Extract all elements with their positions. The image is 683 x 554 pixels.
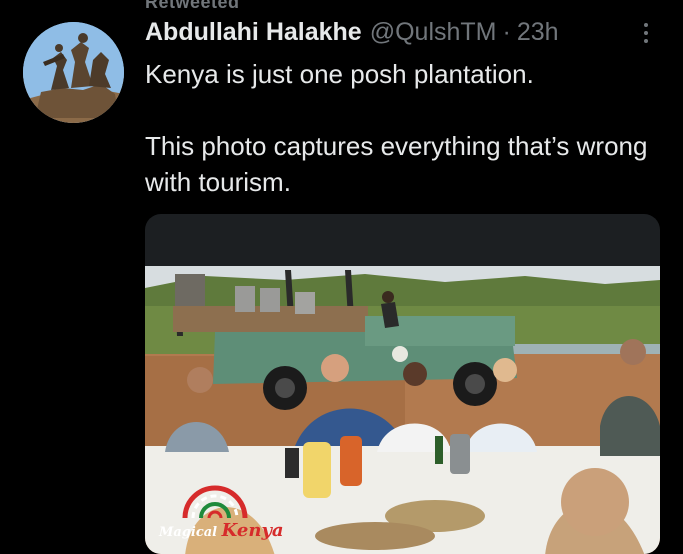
timestamp[interactable]: 23h <box>517 18 559 47</box>
retweeted-label-cut: Retweeted <box>145 0 240 12</box>
tweet-paragraph-2: This photo captures everything that’s wr… <box>145 131 648 197</box>
tweet-paragraph-1: Kenya is just one posh plantation. <box>145 59 534 89</box>
author-handle[interactable]: @QulshTM <box>370 18 497 47</box>
separator-dot: · <box>502 18 511 46</box>
more-vertical-icon <box>644 23 648 43</box>
magical-kenya-logo <box>182 485 248 519</box>
more-options-button[interactable] <box>634 18 658 48</box>
tweet-media[interactable]: Magical Kenya <box>145 214 660 554</box>
logo-word: Magical <box>159 525 218 540</box>
logo-country: Kenya <box>221 520 284 541</box>
tweet-text: Kenya is just one posh plantation. This … <box>145 56 665 200</box>
statue-avatar-image <box>23 22 124 123</box>
tweet-header: Abdullahi Halakhe @QulshTM · 23h <box>145 18 613 47</box>
logo-text: Magical Kenya <box>159 520 284 541</box>
author-name[interactable]: Abdullahi Halakhe <box>145 18 362 47</box>
avatar[interactable] <box>23 22 124 123</box>
